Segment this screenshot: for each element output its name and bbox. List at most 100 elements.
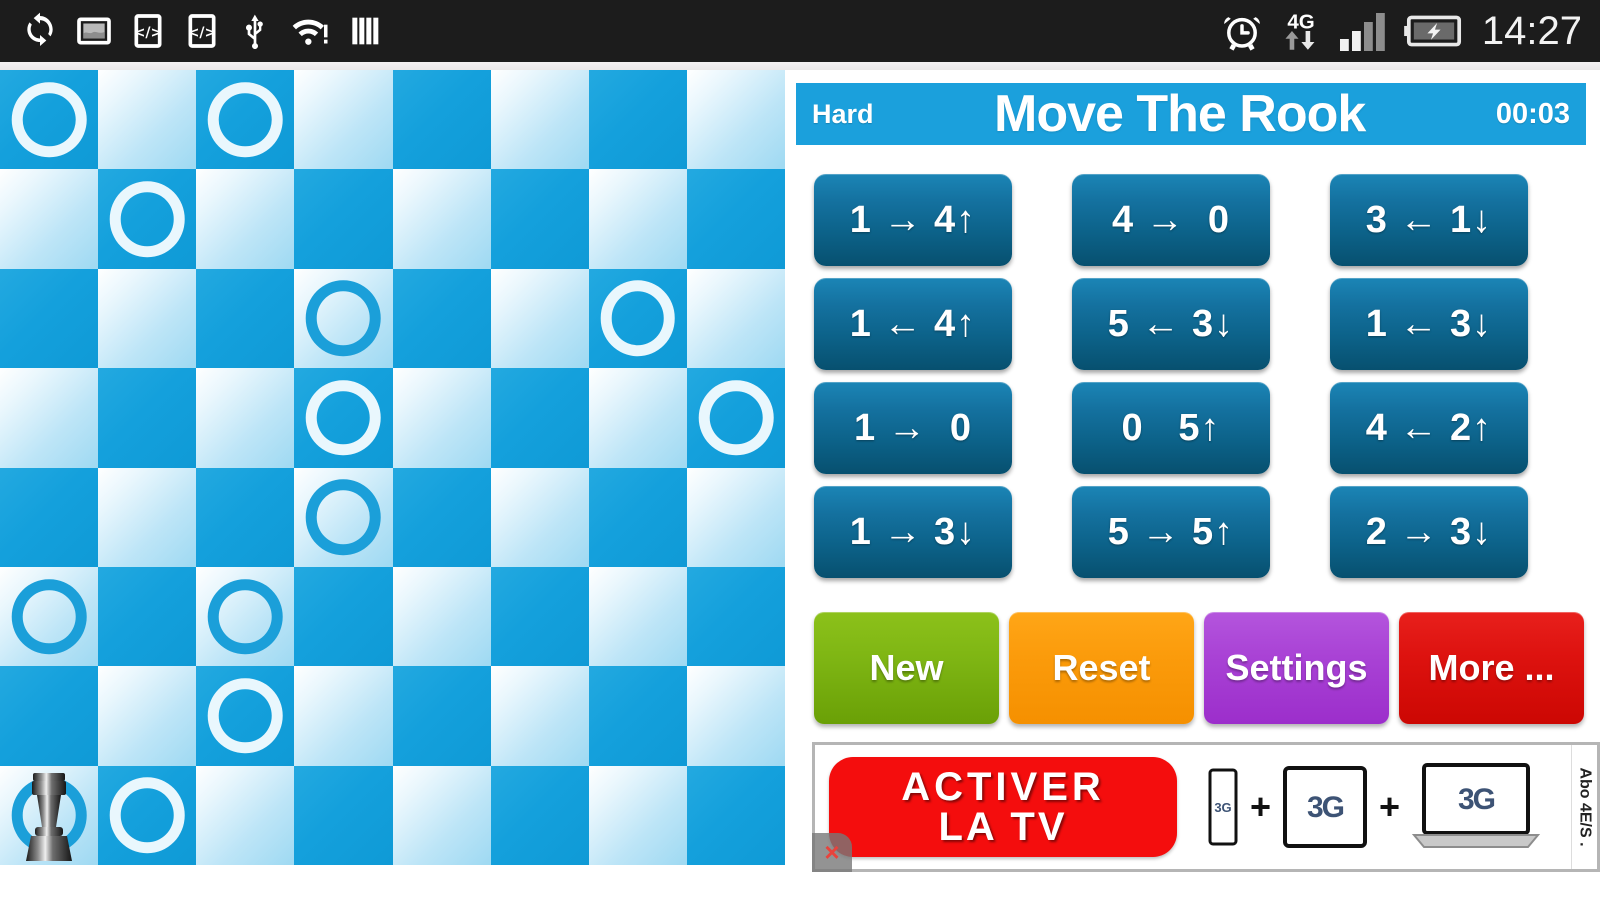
tablet-icon: 3G: [1283, 766, 1367, 848]
move-button-8[interactable]: 4 ← 2↑: [1330, 382, 1528, 474]
board-cell-r6-c4[interactable]: [392, 666, 491, 766]
board-cell-r5-c5[interactable]: [490, 566, 589, 667]
board-cell-r6-c7[interactable]: [686, 666, 785, 766]
board-cell-r3-c4[interactable]: [392, 368, 491, 468]
more-button[interactable]: More ...: [1399, 612, 1584, 724]
status-bar: </> </> 4G 14:27: [0, 0, 1600, 62]
target-ring-icon: [600, 280, 676, 357]
chess-board[interactable]: [0, 70, 785, 865]
board-cell-r4-c7[interactable]: [686, 467, 785, 567]
board-cell-r5-c4[interactable]: [392, 566, 491, 667]
board-cell-r1-c4[interactable]: [392, 169, 491, 269]
board-cell-r2-c3[interactable]: [294, 268, 393, 369]
board-cell-r4-c0[interactable]: [0, 467, 99, 567]
board-cell-r2-c1[interactable]: [98, 268, 197, 369]
reset-button[interactable]: Reset: [1009, 612, 1194, 724]
board-cell-r2-c4[interactable]: [392, 268, 491, 369]
board-cell-r5-c0[interactable]: [0, 566, 99, 667]
board-cell-r2-c6[interactable]: [588, 268, 687, 369]
signal-bars-icon: [1339, 13, 1385, 51]
board-cell-r3-c3[interactable]: [294, 368, 393, 468]
move-button-5[interactable]: 1 ← 3↓: [1330, 278, 1528, 370]
move-button-0[interactable]: 1 → 4↑: [814, 174, 1012, 266]
rook-piece-icon[interactable]: [17, 769, 81, 865]
target-ring-icon: [698, 380, 774, 456]
game-panel: Hard Move The Rook 00:03 1 → 4↑ 4 → 0 3 ← …: [790, 70, 1600, 900]
board-cell-r3-c6[interactable]: [588, 368, 687, 468]
board-cell-r6-c2[interactable]: [196, 666, 295, 766]
board-cell-r6-c3[interactable]: [294, 666, 393, 766]
move-button-6[interactable]: 1 → 0: [814, 382, 1012, 474]
board-cell-r3-c7[interactable]: [686, 368, 785, 468]
code-tag-icon-2: </>: [188, 14, 216, 48]
board-cell-r7-c4[interactable]: [392, 765, 491, 865]
board-cell-r0-c1[interactable]: [98, 70, 197, 170]
board-cell-r1-c7[interactable]: [686, 169, 785, 269]
target-ring-icon: [306, 380, 381, 456]
board-cell-r7-c7[interactable]: [686, 765, 785, 865]
board-cell-r7-c2[interactable]: [196, 765, 295, 865]
board-cell-r0-c7[interactable]: [686, 70, 785, 170]
new-button[interactable]: New: [814, 612, 999, 724]
ad-device-illustration: 3G + 3G + 3G: [1177, 762, 1571, 852]
board-cell-r4-c4[interactable]: [392, 467, 491, 567]
board-cell-r1-c6[interactable]: [588, 169, 687, 269]
board-cell-r0-c5[interactable]: [490, 70, 589, 170]
board-cell-r6-c5[interactable]: [490, 666, 589, 766]
move-button-10[interactable]: 5 → 5↑: [1072, 486, 1270, 578]
board-cell-r0-c6[interactable]: [588, 70, 687, 170]
move-button-2[interactable]: 3 ← 1↓: [1330, 174, 1528, 266]
board-cell-r1-c2[interactable]: [196, 169, 295, 269]
board-cell-r3-c1[interactable]: [98, 368, 197, 468]
board-cell-r1-c1[interactable]: [98, 169, 197, 269]
board-cell-r1-c0[interactable]: [0, 169, 99, 269]
move-button-3[interactable]: 1 ← 4↑: [814, 278, 1012, 370]
board-cell-r5-c1[interactable]: [98, 566, 197, 667]
ad-banner[interactable]: ACTIVER LA TV 3G + 3G + 3G Abo 4E/S .: [812, 742, 1600, 872]
move-button-11[interactable]: 2 → 3↓: [1330, 486, 1528, 578]
ad-headline: ACTIVER LA TV: [829, 757, 1177, 857]
board-cell-r7-c1[interactable]: [98, 765, 197, 865]
board-cell-r1-c3[interactable]: [294, 169, 393, 269]
move-button-1[interactable]: 4 → 0: [1072, 174, 1270, 266]
board-cell-r6-c0[interactable]: [0, 666, 99, 766]
board-cell-r3-c5[interactable]: [490, 368, 589, 468]
board-cell-r7-c3[interactable]: [294, 765, 393, 865]
board-cell-r5-c2[interactable]: [196, 566, 295, 667]
board-cell-r4-c1[interactable]: [98, 467, 197, 567]
board-cell-r5-c7[interactable]: [686, 566, 785, 667]
settings-button[interactable]: Settings: [1204, 612, 1389, 724]
move-button-9[interactable]: 1 → 3↓: [814, 486, 1012, 578]
phone-icon: 3G: [1208, 768, 1238, 846]
board-cell-r0-c0[interactable]: [0, 70, 99, 170]
game-title-bar: Hard Move The Rook 00:03: [796, 83, 1586, 145]
move-button-4[interactable]: 5 ← 3↓: [1072, 278, 1270, 370]
board-cell-r0-c4[interactable]: [392, 70, 491, 170]
board-cell-r5-c3[interactable]: [294, 566, 393, 667]
board-cell-r6-c1[interactable]: [98, 666, 197, 766]
board-cell-r4-c3[interactable]: [294, 467, 393, 567]
board-cell-r2-c7[interactable]: [686, 268, 785, 369]
board-cell-r7-c6[interactable]: [588, 765, 687, 865]
sync-icon: [27, 12, 53, 46]
move-button-7[interactable]: 0 5↑: [1072, 382, 1270, 474]
board-cell-r4-c5[interactable]: [490, 467, 589, 567]
board-cell-r7-c5[interactable]: [490, 765, 589, 865]
board-cell-r0-c2[interactable]: [196, 70, 295, 170]
board-cell-r2-c5[interactable]: [490, 268, 589, 369]
board-cell-r4-c2[interactable]: [196, 467, 295, 567]
action-buttons-row: New Reset Settings More ...: [814, 612, 1584, 724]
board-cell-r7-c0[interactable]: [0, 765, 99, 865]
board-cell-r2-c0[interactable]: [0, 268, 99, 369]
board-cell-r3-c2[interactable]: [196, 368, 295, 468]
ad-close-button[interactable]: ×: [812, 833, 852, 872]
board-cell-r0-c3[interactable]: [294, 70, 393, 170]
ad-plus-1: +: [1249, 786, 1271, 827]
target-ring-icon: [109, 777, 185, 854]
board-cell-r5-c6[interactable]: [588, 566, 687, 667]
board-cell-r3-c0[interactable]: [0, 368, 99, 468]
board-cell-r1-c5[interactable]: [490, 169, 589, 269]
board-cell-r4-c6[interactable]: [588, 467, 687, 567]
board-cell-r6-c6[interactable]: [588, 666, 687, 766]
board-cell-r2-c2[interactable]: [196, 268, 295, 369]
